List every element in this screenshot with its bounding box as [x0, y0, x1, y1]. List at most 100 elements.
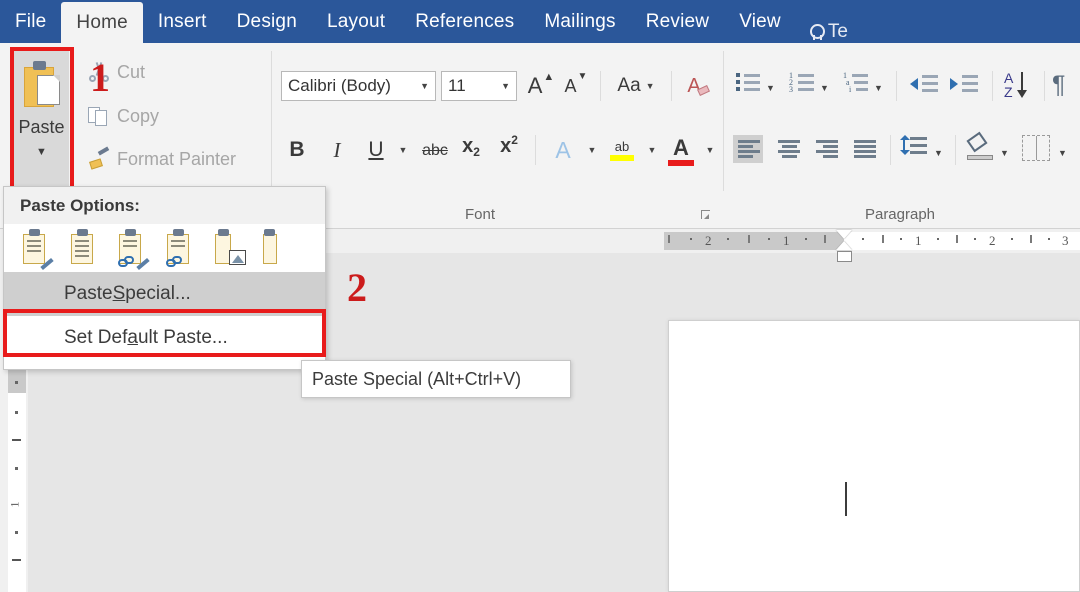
chevron-down-icon[interactable]: ▼	[36, 146, 47, 158]
font-color-button[interactable]: A	[665, 133, 697, 167]
shading-dropdown[interactable]: ▼	[1000, 143, 1009, 161]
borders-button[interactable]	[1022, 135, 1050, 161]
paste-keep-source-formatting-icon[interactable]	[18, 228, 54, 268]
chevron-down-icon: ▼	[1000, 148, 1009, 158]
tab-mailings[interactable]: Mailings	[529, 0, 630, 43]
annotation-number-2: 2	[347, 268, 367, 308]
font-divider-3	[535, 135, 536, 165]
bullets-button[interactable]	[735, 71, 761, 93]
document-page[interactable]	[668, 320, 1080, 592]
tab-home[interactable]: Home	[61, 2, 142, 43]
underline-dropdown[interactable]: ▼	[394, 140, 412, 160]
vruler-number-1: 1	[8, 502, 23, 508]
font-divider-1	[600, 71, 601, 101]
first-line-indent-marker[interactable]	[836, 230, 852, 239]
font-size-combo[interactable]: 11 ▼	[441, 71, 517, 101]
sort-button[interactable]: A Z	[1004, 70, 1036, 102]
chevron-down-icon: ▼	[706, 145, 715, 155]
paste-special-pre: Paste	[64, 283, 113, 305]
chevron-down-icon[interactable]: ▼	[646, 81, 655, 91]
strikethrough-label: abc	[422, 142, 448, 160]
tab-insert[interactable]: Insert	[143, 0, 222, 43]
font-color-label: A	[673, 135, 689, 161]
bold-label: B	[289, 138, 304, 162]
decrease-indent-button[interactable]	[910, 73, 940, 95]
tell-me-box[interactable]: Te	[796, 21, 848, 43]
chevron-down-icon[interactable]: ▼	[414, 81, 435, 91]
paste-merge-formatting-icon[interactable]	[66, 228, 102, 268]
paste-special-post: pecial...	[125, 283, 190, 305]
line-spacing-dropdown[interactable]: ▼	[934, 143, 943, 161]
paste-merge-link-icon[interactable]	[162, 228, 198, 268]
group-divider-1	[271, 51, 272, 191]
tab-review[interactable]: Review	[631, 0, 725, 43]
align-left-button[interactable]	[733, 135, 763, 163]
increase-indent-icon	[950, 73, 980, 95]
font-name-combo[interactable]: Calibri (Body) ▼	[281, 71, 436, 101]
superscript-digit: 2	[511, 133, 518, 147]
grow-font-button[interactable]: A ▲	[526, 71, 556, 101]
menu-item-set-default-paste[interactable]: Set Default Paste...	[4, 316, 325, 360]
tab-view[interactable]: View	[724, 0, 796, 43]
hruler-text-area	[844, 232, 1080, 250]
chevron-down-icon[interactable]: ▼	[495, 81, 516, 91]
bullets-dropdown[interactable]: ▼	[766, 78, 775, 96]
numbering-button[interactable]: 1 2 3	[789, 71, 815, 93]
format-painter-label: Format Painter	[117, 149, 236, 170]
line-spacing-button[interactable]	[900, 135, 930, 163]
highlight-color-button[interactable]: ab	[605, 133, 639, 167]
paragraph-divider-5	[955, 135, 956, 165]
paste-options-header: Paste Options:	[4, 187, 325, 224]
menu-item-paste-special[interactable]: Paste Special...	[4, 272, 325, 316]
multilevel-dropdown[interactable]: ▼	[874, 78, 883, 96]
show-formatting-marks-button[interactable]: ¶	[1052, 71, 1065, 100]
paste-picture-icon[interactable]	[210, 228, 246, 268]
tab-references[interactable]: References	[400, 0, 529, 43]
pilcrow-icon: ¶	[1052, 71, 1065, 99]
text-effects-button[interactable]: A	[548, 135, 578, 165]
paste-keep-source-link-icon[interactable]	[114, 228, 150, 268]
highlight-dropdown[interactable]: ▼	[643, 140, 661, 160]
font-size-value: 11	[442, 76, 466, 96]
shrink-font-button[interactable]: A ▼	[561, 71, 591, 101]
paragraph-divider-1	[896, 71, 897, 101]
clear-formatting-button[interactable]: A	[681, 71, 715, 101]
multilevel-list-button[interactable]: 1 a i	[843, 71, 869, 93]
format-painter-command[interactable]: Format Painter	[88, 148, 236, 170]
copy-icon	[88, 105, 110, 127]
set-default-paste-pre: Set Def	[64, 327, 127, 349]
paste-options-menu: Paste Options:	[3, 186, 326, 370]
left-indent-marker[interactable]	[837, 251, 852, 262]
paste-button-label: Paste	[18, 117, 64, 138]
italic-button[interactable]: I	[323, 135, 351, 165]
align-center-button[interactable]	[773, 135, 803, 163]
chevron-down-icon: ▼	[399, 145, 408, 155]
underline-button[interactable]: U	[362, 135, 390, 165]
font-color-dropdown[interactable]: ▼	[701, 140, 719, 160]
change-case-button[interactable]: Aa ▼	[610, 71, 662, 101]
numbering-dropdown[interactable]: ▼	[820, 78, 829, 96]
superscript-button[interactable]: x 2	[494, 135, 524, 165]
strikethrough-button[interactable]: abc	[418, 138, 452, 164]
font-dialog-launcher[interactable]	[700, 209, 712, 221]
hanging-indent-marker[interactable]	[836, 241, 852, 250]
shading-button[interactable]	[965, 133, 995, 165]
copy-command[interactable]: Copy	[88, 105, 159, 127]
subscript-button[interactable]: x 2	[456, 135, 486, 165]
decrease-indent-icon	[910, 73, 940, 95]
justify-button[interactable]	[849, 135, 879, 163]
paste-text-only-icon[interactable]	[258, 228, 294, 268]
numbering-digit-3: 3	[789, 86, 793, 94]
font-divider-2	[671, 71, 672, 101]
align-right-button[interactable]	[811, 135, 841, 163]
tab-design[interactable]: Design	[222, 0, 312, 43]
increase-indent-button[interactable]	[950, 73, 980, 95]
chevron-down-icon: ▼	[874, 83, 883, 93]
paste-button[interactable]: Paste ▼	[14, 51, 69, 187]
lightbulb-icon	[808, 23, 823, 42]
borders-dropdown[interactable]: ▼	[1058, 143, 1067, 161]
tab-layout[interactable]: Layout	[312, 0, 400, 43]
tab-file[interactable]: File	[0, 0, 61, 43]
text-effects-dropdown[interactable]: ▼	[583, 140, 601, 160]
bold-button[interactable]: B	[283, 135, 311, 165]
